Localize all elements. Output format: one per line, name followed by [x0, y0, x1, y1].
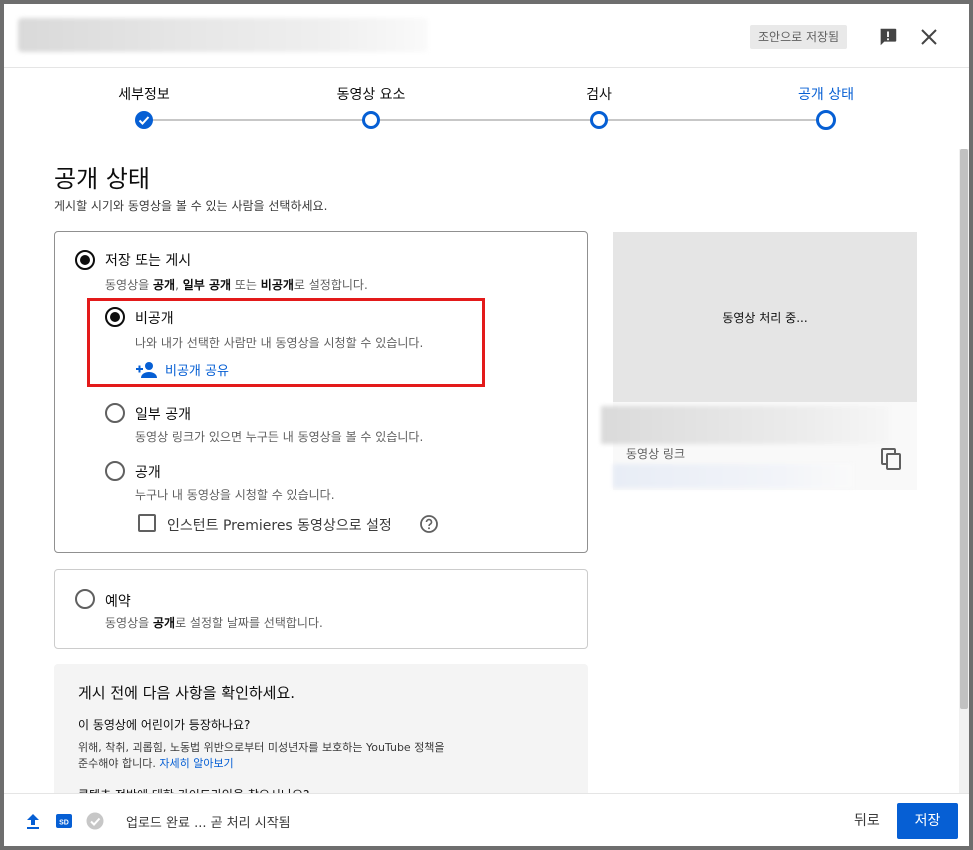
- close-button[interactable]: [913, 21, 945, 53]
- video-link-redacted[interactable]: [613, 464, 853, 488]
- step-details-check[interactable]: [135, 111, 153, 129]
- feedback-icon: [880, 28, 897, 46]
- save-or-publish-radio[interactable]: [75, 250, 95, 270]
- page-subtitle: 게시할 시기와 동영상을 볼 수 있는 사람을 선택하세요.: [54, 199, 328, 213]
- save-or-publish-card: 저장 또는 게시 동영상을 공개, 일부 공개 또는 비공개로 설정합니다. 비…: [54, 231, 588, 553]
- step-elements-label[interactable]: 동영상 요소: [337, 84, 406, 104]
- dialog-header: 조안으로 저장됨: [4, 4, 969, 68]
- back-button[interactable]: 뒤로: [844, 804, 890, 838]
- share-privately-link[interactable]: 비공개 공유: [135, 360, 229, 379]
- schedule-radio[interactable]: [75, 589, 95, 609]
- instant-premiere-checkbox[interactable]: [138, 514, 156, 532]
- instant-premiere-label: 인스턴트 Premieres 동영상으로 설정: [167, 518, 392, 534]
- schedule-title: 예약: [105, 594, 131, 610]
- public-desc: 누구나 내 동영상을 시청할 수 있습니다.: [135, 488, 335, 502]
- schedule-desc: 동영상을 공개로 설정할 날짜를 선택합니다.: [105, 616, 323, 630]
- private-desc: 나와 내가 선택한 사람만 내 동영상을 시청할 수 있습니다.: [135, 336, 424, 350]
- unlisted-desc: 동영상 링크가 있으면 누구든 내 동영상을 볼 수 있습니다.: [135, 430, 424, 444]
- upload-dialog: 조안으로 저장됨 세부정보 동영상 요소 검사 공개 상태 공개 상태 게시할 …: [4, 4, 969, 846]
- step-visibility-label[interactable]: 공개 상태: [798, 84, 854, 104]
- learn-more-link[interactable]: 자세히 알아보기: [159, 757, 233, 770]
- checklist-question-children: 이 동영상에 어린이가 등장하나요?: [78, 718, 251, 732]
- save-or-publish-title: 저장 또는 게시: [105, 253, 192, 269]
- svg-text:SD: SD: [59, 820, 69, 827]
- upload-status-text: 업로드 완료 ... 곧 처리 시작됨: [126, 816, 291, 831]
- content-scrollbar[interactable]: [959, 149, 969, 794]
- unlisted-title: 일부 공개: [135, 407, 191, 423]
- step-elements-dot[interactable]: [362, 111, 380, 129]
- private-radio[interactable]: [105, 307, 125, 327]
- step-checks-dot[interactable]: [590, 111, 608, 129]
- scrollbar-thumb[interactable]: [960, 149, 968, 709]
- public-radio[interactable]: [105, 461, 125, 481]
- schedule-card: 예약 동영상을 공개로 설정할 날짜를 선택합니다.: [54, 569, 588, 649]
- save-button[interactable]: 저장: [897, 803, 958, 839]
- checks-complete-icon[interactable]: [86, 812, 104, 830]
- person-add-icon: [136, 361, 157, 378]
- video-preview-card: 동영상 처리 중... 동영상 링크: [601, 232, 917, 490]
- step-details-label[interactable]: 세부정보: [118, 84, 170, 104]
- page-title: 공개 상태: [54, 165, 150, 193]
- feedback-button[interactable]: [872, 21, 904, 53]
- check-icon: [138, 116, 150, 125]
- checklist-policy-text: 위해, 착취, 괴롭힘, 노동법 위반으로부터 미성년자를 보호하는 YouTu…: [78, 741, 445, 770]
- checklist-title: 게시 전에 다음 사항을 확인하세요.: [78, 684, 296, 702]
- save-or-publish-desc: 동영상을 공개, 일부 공개 또는 비공개로 설정합니다.: [105, 278, 368, 292]
- pre-publish-checklist: 게시 전에 다음 사항을 확인하세요. 이 동영상에 어린이가 등장하나요? 위…: [54, 664, 588, 794]
- step-checks-label[interactable]: 검사: [586, 84, 612, 104]
- public-title: 공개: [135, 465, 161, 481]
- help-icon[interactable]: [419, 514, 439, 534]
- upload-stepper: 세부정보 동영상 요소 검사 공개 상태: [4, 68, 969, 148]
- private-title: 비공개: [135, 311, 174, 327]
- unlisted-radio[interactable]: [105, 403, 125, 423]
- video-link-label: 동영상 링크: [626, 447, 686, 461]
- stepper-track: [144, 119, 826, 121]
- step-visibility-dot[interactable]: [816, 110, 836, 130]
- upload-icon[interactable]: [24, 812, 42, 830]
- sd-quality-icon[interactable]: SD: [55, 812, 73, 830]
- draft-saved-badge: 조안으로 저장됨: [750, 25, 848, 49]
- video-preview-player: 동영상 처리 중...: [613, 232, 917, 402]
- dialog-footer: SD 업로드 완료 ... 곧 처리 시작됨 뒤로 저장: [4, 793, 969, 846]
- share-privately-label: 비공개 공유: [165, 364, 229, 379]
- processing-text: 동영상 처리 중...: [722, 310, 808, 325]
- visibility-content: 공개 상태 게시할 시기와 동영상을 볼 수 있는 사람을 선택하세요. 저장 …: [4, 149, 969, 794]
- close-icon: [921, 29, 937, 45]
- video-title-redacted: [18, 18, 428, 52]
- copy-icon[interactable]: [879, 446, 905, 472]
- preview-filename-redacted: [601, 406, 889, 444]
